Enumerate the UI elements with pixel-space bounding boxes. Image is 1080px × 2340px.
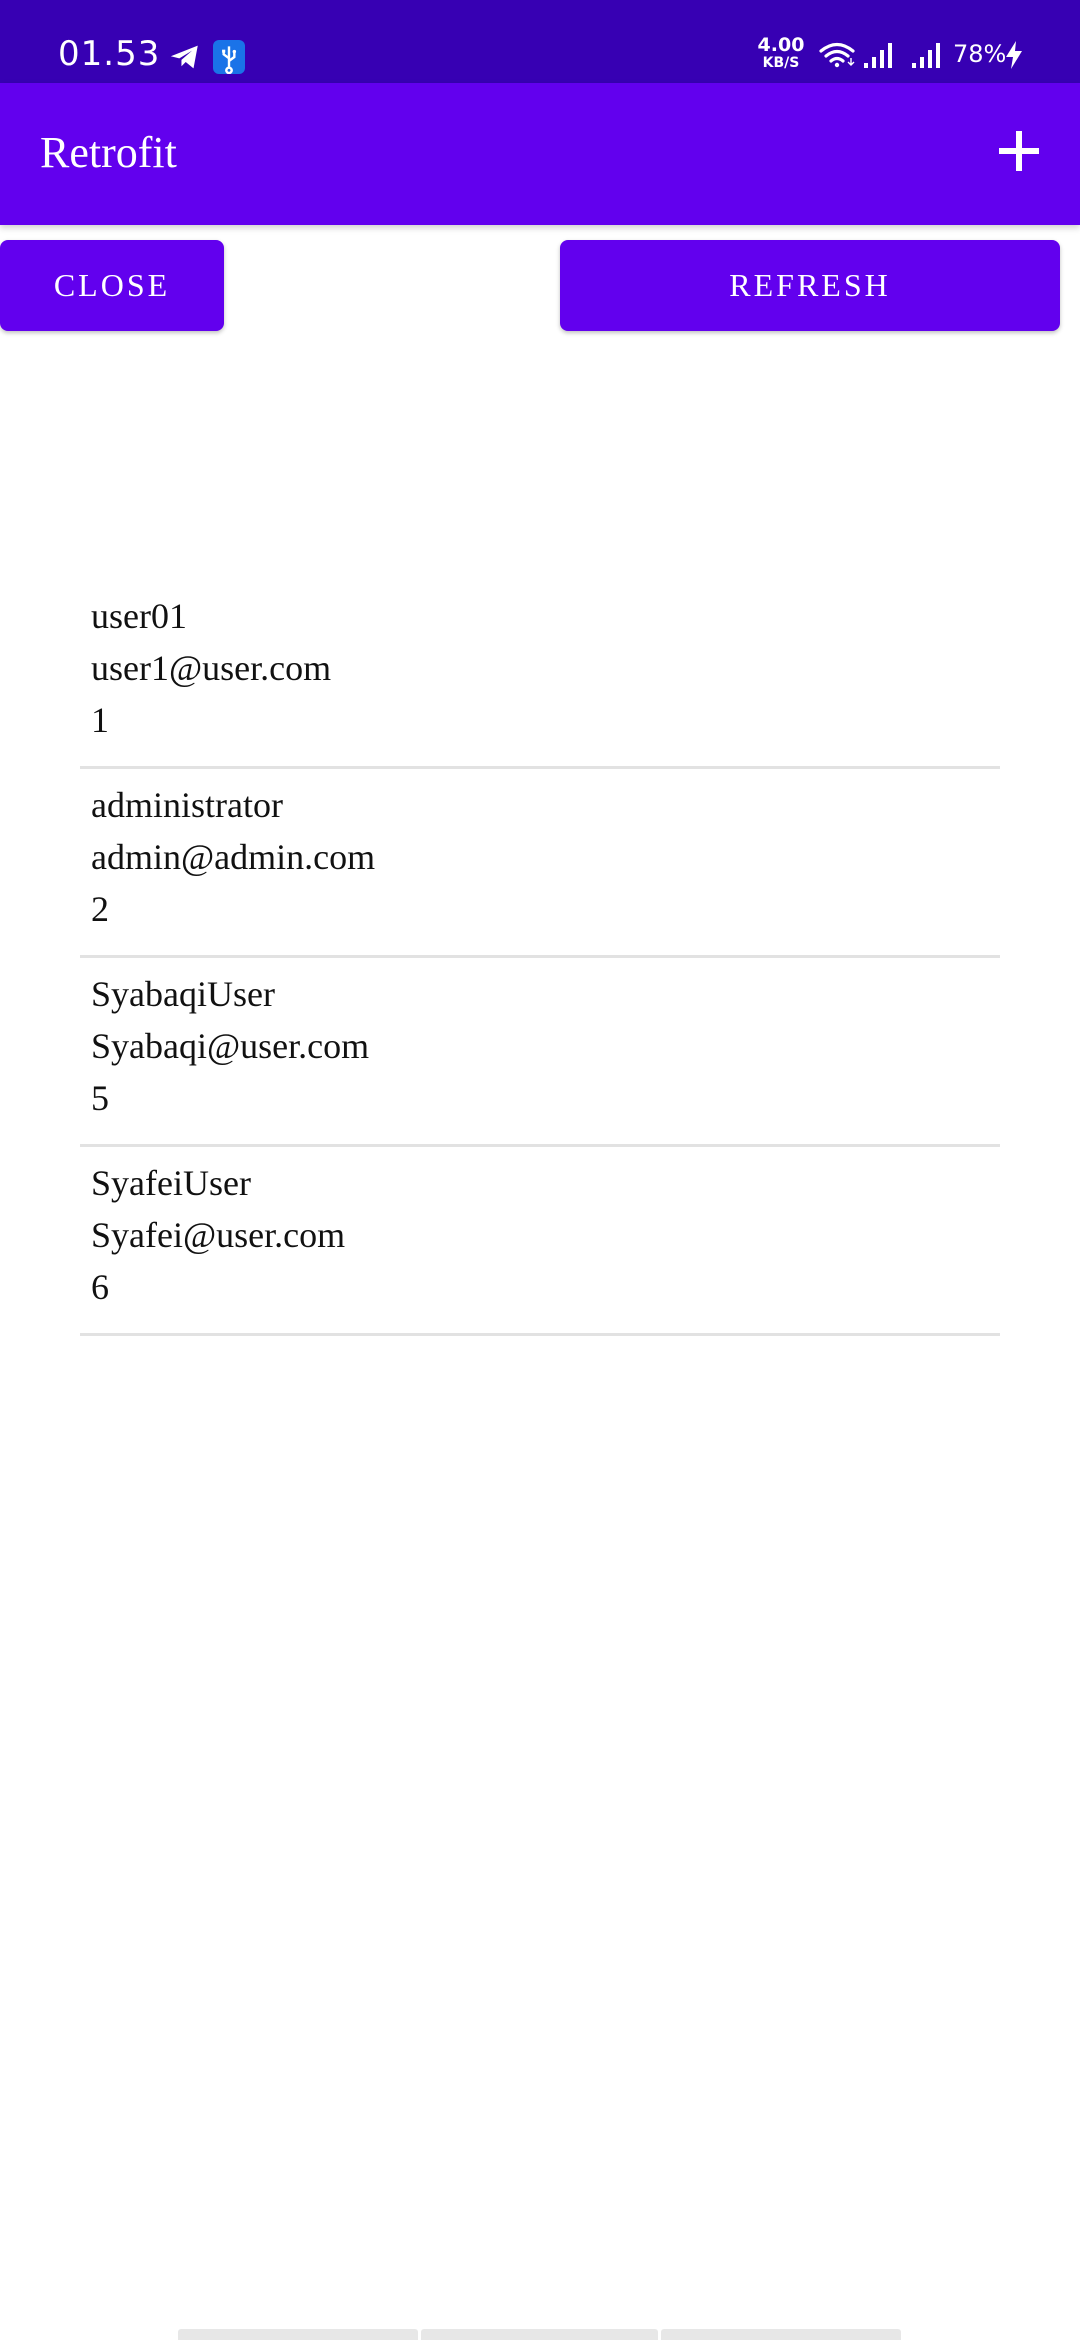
list-item[interactable]: administrator admin@admin.com 2	[80, 769, 1000, 958]
usb-icon	[213, 40, 245, 75]
status-bar: 01.53 4.00 KB/S 78%	[0, 0, 1080, 83]
charging-bolt-icon	[1006, 41, 1022, 69]
user-id: 2	[91, 889, 109, 929]
user-email: Syabaqi@user.com	[91, 1026, 370, 1066]
user-id: 5	[91, 1078, 109, 1118]
close-button-label: CLOSE	[53, 267, 171, 303]
nav-handle-center	[421, 2329, 658, 2340]
list-item[interactable]: SyafeiUser Syafei@user.com 6	[80, 1147, 1000, 1336]
user-email: Syafei@user.com	[91, 1215, 346, 1255]
telegram-icon	[170, 45, 198, 69]
user-list: user01 user1@user.com 1 administrator ad…	[80, 580, 1000, 1336]
user-name: SyabaqiUser	[91, 974, 275, 1014]
refresh-button[interactable]: REFRESH	[560, 240, 1060, 331]
user-name: SyafeiUser	[91, 1163, 251, 1203]
user-id: 6	[91, 1267, 109, 1307]
network-speed-unit: KB/S	[762, 55, 800, 71]
list-item[interactable]: SyabaqiUser Syabaqi@user.com 5	[80, 958, 1000, 1147]
wifi-icon	[819, 42, 855, 68]
nav-handle-right	[661, 2329, 901, 2340]
refresh-button-label: REFRESH	[729, 267, 891, 303]
user-email: user1@user.com	[91, 648, 332, 688]
network-speed-value: 4.00	[757, 34, 805, 56]
user-email: admin@admin.com	[91, 837, 376, 877]
user-id: 1	[91, 700, 109, 740]
user-name: administrator	[91, 785, 283, 825]
nav-handle-left	[178, 2329, 418, 2340]
battery-level: 78%	[953, 40, 1007, 68]
list-item[interactable]: user01 user1@user.com 1	[80, 580, 1000, 769]
app-title: Retrofit	[40, 128, 177, 177]
signal-icon	[864, 43, 892, 68]
signal-icon	[912, 43, 940, 68]
close-button[interactable]: CLOSE	[0, 240, 224, 331]
plus-icon[interactable]	[994, 126, 1044, 176]
status-time: 01.53	[58, 34, 161, 74]
user-name: user01	[91, 596, 187, 636]
network-speed: 4.00 KB/S	[757, 34, 805, 71]
app-bar: Retrofit	[0, 83, 1080, 225]
